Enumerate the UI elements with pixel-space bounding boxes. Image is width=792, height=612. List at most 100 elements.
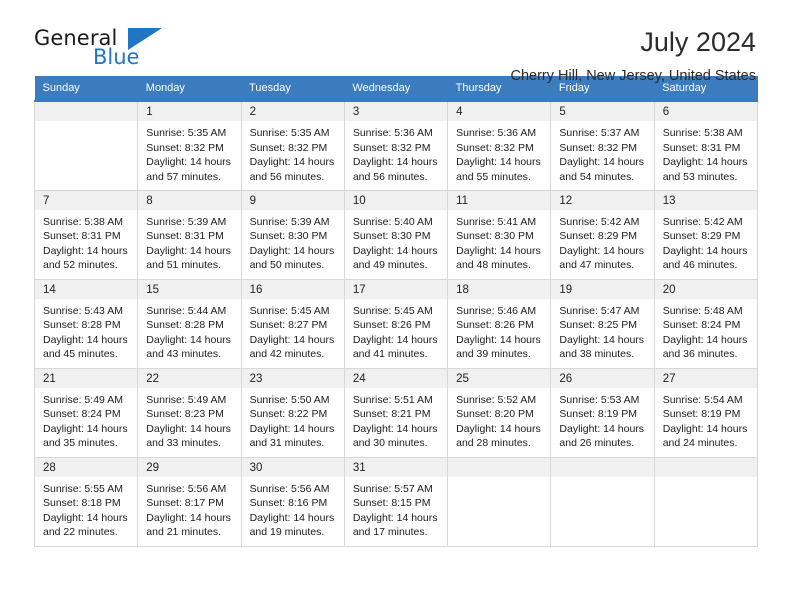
sunset-text: Sunset: 8:23 PM [146, 408, 224, 420]
daylight-text-line2: and 46 minutes. [662, 259, 738, 271]
sunrise-text: Sunrise: 5:56 AM [146, 482, 227, 495]
day-cell-inner: 10 Sunrise: 5:40 AM Sunset: 8:30 PM Dayligh… [344, 190, 448, 279]
sunset-text: Sunset: 8:25 PM [559, 319, 638, 331]
calendar-day-cell[interactable]: 7 Sunrise: 5:38 AM Sunset: 8:31 PM Daylight… [33, 190, 139, 280]
daylight-text-line1: Daylight: 14 hours [146, 156, 231, 168]
day-cell-inner: 7 Sunrise: 5:38 AM Sunset: 8:31 PM Daylight… [35, 190, 138, 279]
calendar-day-cell[interactable]: 1 Sunrise: 5:35 AM Sunset: 8:32 PM Daylight… [137, 100, 242, 191]
calendar-day-cell[interactable]: 27 Sunrise: 5:54 AM Sunset: 8:19 PM Dayligh… [654, 368, 759, 458]
day-cell-inner: 16 Sunrise: 5:45 AM Sunset: 8:27 PM Dayligh… [241, 279, 344, 368]
sunset-text: Sunset: 8:30 PM [352, 230, 431, 242]
day-cell-inner: 31 Sunrise: 5:57 AM Sunset: 8:15 PM Dayligh… [344, 457, 448, 546]
sunrise-text: Sunrise: 5:47 AM [559, 304, 640, 317]
sunrise-text: Sunrise: 5:52 AM [456, 393, 537, 406]
calendar-day-cell[interactable]: 24 Sunrise: 5:51 AM Sunset: 8:21 PM Dayligh… [344, 368, 449, 458]
calendar-day-cell[interactable]: 22 Sunrise: 5:49 AM Sunset: 8:23 PM Dayligh… [137, 368, 242, 458]
daylight-text-line1: Daylight: 14 hours [352, 333, 438, 346]
calendar-day-cell[interactable]: 18 Sunrise: 5:46 AM Sunset: 8:26 PM Dayligh… [447, 279, 552, 369]
day-number: 17 [344, 279, 448, 299]
sunset-text: Sunset: 8:24 PM [43, 408, 121, 420]
calendar-day-cell[interactable]: 6 Sunrise: 5:38 AM Sunset: 8:31 PM Daylight… [654, 100, 759, 191]
calendar-day-cell[interactable]: 9 Sunrise: 5:39 AM Sunset: 8:30 PM Daylight… [241, 190, 345, 280]
day-number: 8 [138, 190, 241, 210]
calendar-day-cell[interactable]: 4 Sunrise: 5:36 AM Sunset: 8:32 PM Daylight… [447, 100, 552, 191]
calendar-day-cell[interactable]: 20 Sunrise: 5:48 AM Sunset: 8:24 PM Dayligh… [654, 279, 759, 369]
daylight-text-line2: and 42 minutes. [249, 348, 325, 360]
day-details: Sunrise: 5:47 AM Sunset: 8:25 PM Daylight:… [551, 299, 653, 362]
day-cell-inner: 29 Sunrise: 5:56 AM Sunset: 8:17 PM Dayligh… [138, 457, 241, 546]
calendar-day-cell[interactable]: 8 Sunrise: 5:39 AM Sunset: 8:31 PM Daylight… [137, 190, 242, 280]
daylight-text-line2: and 56 minutes. [249, 170, 325, 183]
day-number: 3 [344, 102, 448, 121]
daylight-text-line1: Daylight: 14 hours [456, 244, 541, 257]
calendar-day-cell[interactable]: 16 Sunrise: 5:45 AM Sunset: 8:27 PM Dayligh… [241, 279, 345, 369]
daylight-text-line2: and 17 minutes. [352, 526, 428, 538]
calendar-day-cell[interactable]: 25 Sunrise: 5:52 AM Sunset: 8:20 PM Dayligh… [447, 368, 552, 458]
calendar-day-cell[interactable]: 2 Sunrise: 5:35 AM Sunset: 8:32 PM Daylight… [241, 100, 345, 191]
day-cell-inner: 9 Sunrise: 5:39 AM Sunset: 8:30 PM Daylight… [241, 190, 344, 279]
sunrise-text: Sunrise: 5:43 AM [43, 304, 123, 317]
sunrise-text: Sunrise: 5:49 AM [43, 393, 123, 406]
daylight-text-line1: Daylight: 14 hours [249, 156, 335, 168]
daylight-text-line1: Daylight: 14 hours [559, 333, 645, 346]
calendar-day-cell[interactable]: 14 Sunrise: 5:43 AM Sunset: 8:28 PM Dayligh… [33, 279, 139, 369]
calendar-day-cell[interactable]: 26 Sunrise: 5:53 AM Sunset: 8:19 PM Dayligh… [550, 368, 655, 458]
daylight-text-line2: and 31 minutes. [249, 437, 325, 449]
calendar-day-cell[interactable]: 5 Sunrise: 5:37 AM Sunset: 8:32 PM Daylight… [550, 100, 655, 191]
sunset-text: Sunset: 8:31 PM [662, 141, 741, 154]
daylight-text-line2: and 39 minutes. [456, 348, 531, 360]
sunrise-text: Sunrise: 5:48 AM [662, 304, 743, 317]
sunrise-text: Sunrise: 5:40 AM [352, 215, 433, 228]
day-number: 10 [344, 190, 448, 210]
daylight-text-line1: Daylight: 14 hours [352, 156, 438, 168]
day-cell-inner [448, 457, 551, 546]
daylight-text-line2: and 28 minutes. [456, 437, 531, 449]
daylight-text-line2: and 36 minutes. [662, 348, 738, 360]
day-details: Sunrise: 5:42 AM Sunset: 8:29 PM Daylight:… [551, 210, 653, 273]
day-number: 18 [448, 279, 551, 299]
day-details: Sunrise: 5:42 AM Sunset: 8:29 PM Daylight:… [655, 210, 757, 273]
daylight-text-line1: Daylight: 14 hours [662, 422, 748, 435]
day-cell-inner: 20 Sunrise: 5:48 AM Sunset: 8:24 PM Dayligh… [654, 279, 757, 368]
sunrise-text: Sunrise: 5:57 AM [352, 482, 433, 495]
daylight-text-line1: Daylight: 14 hours [43, 422, 128, 435]
logo-text-blue: Blue [93, 45, 140, 69]
calendar-day-cell[interactable]: 10 Sunrise: 5:40 AM Sunset: 8:30 PM Dayligh… [344, 190, 449, 280]
day-number: 16 [241, 279, 344, 299]
day-number: 27 [654, 368, 757, 388]
day-details: Sunrise: 5:41 AM Sunset: 8:30 PM Daylight:… [448, 210, 550, 273]
calendar-empty-cell [33, 100, 139, 191]
daylight-text-line2: and 45 minutes. [43, 348, 118, 360]
weekday-header-sunday: Sunday [34, 76, 138, 101]
sunrise-text: Sunrise: 5:54 AM [662, 393, 743, 406]
calendar-day-cell[interactable]: 28 Sunrise: 5:55 AM Sunset: 8:18 PM Dayligh… [33, 457, 139, 547]
calendar-day-cell[interactable]: 13 Sunrise: 5:42 AM Sunset: 8:29 PM Dayligh… [654, 190, 759, 280]
calendar-day-cell[interactable]: 19 Sunrise: 5:47 AM Sunset: 8:25 PM Dayligh… [550, 279, 655, 369]
daylight-text-line2: and 57 minutes. [146, 170, 221, 183]
day-number: 29 [138, 457, 241, 477]
day-cell-inner: 4 Sunrise: 5:36 AM Sunset: 8:32 PM Daylight… [448, 102, 551, 190]
sunrise-text: Sunrise: 5:38 AM [43, 215, 123, 228]
calendar-day-cell[interactable]: 17 Sunrise: 5:45 AM Sunset: 8:26 PM Dayligh… [344, 279, 449, 369]
sunrise-text: Sunrise: 5:46 AM [456, 304, 537, 317]
sunrise-text: Sunrise: 5:42 AM [559, 215, 640, 228]
calendar-day-cell[interactable]: 15 Sunrise: 5:44 AM Sunset: 8:28 PM Dayligh… [137, 279, 242, 369]
calendar-day-cell[interactable]: 11 Sunrise: 5:41 AM Sunset: 8:30 PM Dayligh… [447, 190, 552, 280]
day-cell-inner: 25 Sunrise: 5:52 AM Sunset: 8:20 PM Dayligh… [448, 368, 551, 457]
calendar-day-cell[interactable]: 23 Sunrise: 5:50 AM Sunset: 8:22 PM Dayligh… [241, 368, 345, 458]
day-details: Sunrise: 5:39 AM Sunset: 8:30 PM Daylight:… [242, 210, 344, 273]
day-number: 9 [241, 190, 344, 210]
calendar-day-cell[interactable]: 3 Sunrise: 5:36 AM Sunset: 8:32 PM Daylight… [344, 100, 449, 191]
calendar-day-cell[interactable]: 21 Sunrise: 5:49 AM Sunset: 8:24 PM Dayligh… [33, 368, 139, 458]
day-cell-inner: 13 Sunrise: 5:42 AM Sunset: 8:29 PM Dayligh… [654, 190, 757, 279]
day-number [35, 102, 138, 121]
page-subtitle: Cherry Hill, New Jersey, United States [510, 68, 756, 84]
calendar-day-cell[interactable]: 29 Sunrise: 5:56 AM Sunset: 8:17 PM Dayligh… [137, 457, 242, 547]
day-details: Sunrise: 5:55 AM Sunset: 8:18 PM Daylight:… [35, 477, 137, 540]
calendar-day-cell[interactable]: 12 Sunrise: 5:42 AM Sunset: 8:29 PM Dayligh… [550, 190, 655, 280]
general-blue-logo[interactable]: General Blue [34, 26, 164, 74]
calendar-day-cell[interactable]: 30 Sunrise: 5:56 AM Sunset: 8:16 PM Dayligh… [241, 457, 345, 547]
calendar-empty-cell [654, 457, 759, 547]
calendar-day-cell[interactable]: 31 Sunrise: 5:57 AM Sunset: 8:15 PM Dayligh… [344, 457, 449, 547]
day-details: Sunrise: 5:40 AM Sunset: 8:30 PM Daylight:… [345, 210, 447, 273]
